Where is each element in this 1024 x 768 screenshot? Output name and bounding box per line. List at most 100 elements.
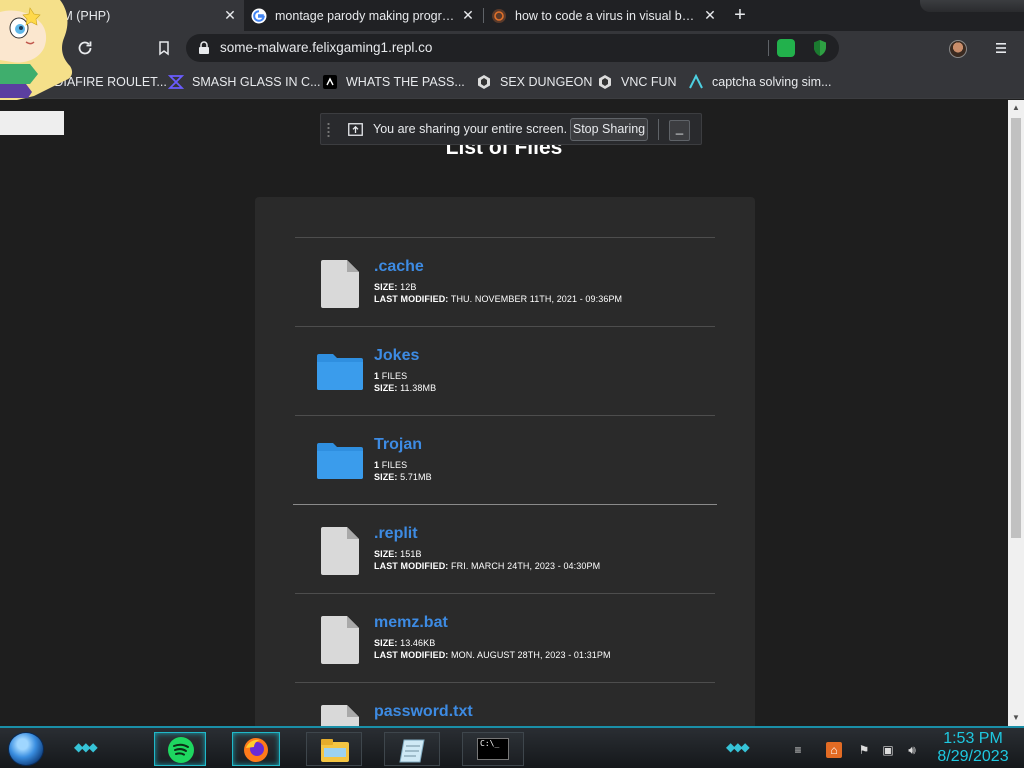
file-row-memz[interactable]: memz.bat SIZE: 13.46KB LAST MODIFIED: MO… bbox=[295, 593, 715, 682]
file-last-modified: LAST MODIFIED: FRI. MARCH 24TH, 2023 - 0… bbox=[374, 561, 601, 571]
folder-size: SIZE: 11.38MB bbox=[374, 383, 437, 393]
file-name-link[interactable]: .replit bbox=[374, 525, 418, 543]
file-size: SIZE: 151B bbox=[374, 549, 422, 559]
folder-icon bbox=[317, 354, 363, 390]
start-button[interactable] bbox=[8, 732, 44, 766]
files-list: .cache SIZE: 12B LAST MODIFIED: THU. NOV… bbox=[293, 237, 717, 726]
clock-time[interactable]: 1:53 PM bbox=[936, 730, 1010, 748]
terminal-icon bbox=[323, 75, 337, 89]
bookmark-whats-the-pass[interactable]: WHATS THE PASS... bbox=[322, 72, 465, 92]
folder-size: SIZE: 5.71MB bbox=[374, 472, 432, 482]
clock-date[interactable]: 8/29/2023 bbox=[936, 748, 1010, 766]
close-tab-icon[interactable]: ✕ bbox=[222, 7, 238, 23]
bookmark-smash-glass[interactable]: SMASH GLASS IN C... bbox=[168, 72, 321, 92]
network-icon[interactable]: ⌂ bbox=[826, 742, 842, 758]
shield-icon[interactable] bbox=[812, 39, 828, 57]
desktop-screen: VM (PHP) ✕ montage parody making program… bbox=[0, 0, 1024, 768]
banner-divider bbox=[658, 119, 659, 140]
folder-file-count: 1 FILES bbox=[374, 371, 408, 381]
scroll-down-arrow-icon[interactable]: ▼ bbox=[1008, 710, 1024, 726]
bookmark-vnc-fun[interactable]: VNC FUN bbox=[597, 72, 677, 92]
bookmark-icon[interactable] bbox=[156, 40, 172, 56]
url-text[interactable]: some-malware.felixgaming1.repl.co bbox=[220, 40, 432, 55]
address-bar[interactable]: some-malware.felixgaming1.repl.co bbox=[186, 34, 839, 62]
close-tab-icon[interactable]: ✕ bbox=[702, 7, 718, 23]
file-row-password[interactable]: password.txt bbox=[295, 682, 715, 726]
tab-title: how to code a virus in visual basic bbox=[515, 8, 695, 23]
new-tab-button[interactable]: + bbox=[729, 5, 751, 25]
stop-sharing-button[interactable]: Stop Sharing bbox=[570, 118, 648, 141]
bookmark-captcha-solving[interactable]: captcha solving sim... bbox=[688, 72, 832, 92]
screen-share-icon bbox=[348, 123, 363, 136]
file-row-replit[interactable]: .replit SIZE: 151B LAST MODIFIED: FRI. M… bbox=[293, 504, 717, 593]
white-bar bbox=[0, 111, 64, 135]
file-icon bbox=[321, 527, 359, 575]
file-icon bbox=[321, 616, 359, 664]
scroll-up-arrow-icon[interactable]: ▲ bbox=[1008, 100, 1024, 116]
taskbar-app-notepad[interactable] bbox=[384, 732, 440, 766]
window-controls[interactable] bbox=[920, 0, 1024, 12]
profile-avatar[interactable] bbox=[949, 40, 967, 58]
reload-icon[interactable] bbox=[76, 39, 94, 57]
vm-icon bbox=[478, 75, 490, 89]
folder-name-link[interactable]: Trojan bbox=[374, 436, 422, 454]
scrollbar-thumb[interactable] bbox=[1011, 118, 1021, 538]
file-size: SIZE: 13.46KB bbox=[374, 638, 436, 648]
kebab-menu-icon[interactable] bbox=[993, 40, 1009, 56]
browser-tab-strip: VM (PHP) ✕ montage parody making program… bbox=[0, 0, 1024, 31]
taskbar-app-spotify[interactable] bbox=[154, 732, 206, 766]
tab-virus-visual-basic[interactable]: how to code a virus in visual basic ✕ bbox=[484, 0, 724, 31]
taskbar-app-file-explorer[interactable] bbox=[306, 732, 362, 766]
folder-file-count: 1 FILES bbox=[374, 460, 408, 470]
file-row-cache[interactable]: .cache SIZE: 12B LAST MODIFIED: THU. NOV… bbox=[295, 237, 715, 326]
bookmark-label: SEX DUNGEON bbox=[500, 75, 593, 89]
taskbar-decor-arrows: ◆◆◆ bbox=[74, 740, 98, 754]
file-size: SIZE: 12B bbox=[374, 282, 417, 292]
folder-icon bbox=[317, 443, 363, 479]
page-scrollbar[interactable]: ▲ ▼ bbox=[1008, 100, 1024, 726]
file-last-modified: LAST MODIFIED: MON. AUGUST 28TH, 2023 - … bbox=[374, 650, 611, 660]
spotify-icon bbox=[168, 737, 194, 763]
lock-icon[interactable] bbox=[198, 41, 210, 55]
close-tab-icon[interactable]: ✕ bbox=[460, 7, 476, 23]
firefox-icon bbox=[244, 738, 268, 762]
show-hidden-icons-icon[interactable]: ≡ bbox=[790, 742, 806, 758]
web-page: List of Files .cache SIZE: 12B LAST MODI… bbox=[0, 100, 1008, 726]
smash-icon bbox=[168, 75, 184, 89]
bookmark-label: WHATS THE PASS... bbox=[346, 75, 465, 89]
file-last-modified: LAST MODIFIED: THU. NOVEMBER 11TH, 2021 … bbox=[374, 294, 623, 304]
file-name-link[interactable]: memz.bat bbox=[374, 614, 448, 632]
taskbar-app-cmd[interactable]: C:\_ bbox=[462, 732, 524, 766]
bookmarks-bar: EDIAFIRE ROULET... SMASH GLASS IN C... W… bbox=[0, 65, 1024, 99]
volume-icon[interactable]: 🔊︎ bbox=[904, 742, 920, 758]
file-name-link[interactable]: password.txt bbox=[374, 703, 473, 721]
tab-title: montage parody making program bbox=[275, 8, 455, 23]
monitor-icon[interactable]: ▣ bbox=[880, 742, 896, 758]
folder-name-link[interactable]: Jokes bbox=[374, 347, 419, 365]
extension-green-icon[interactable] bbox=[777, 39, 795, 57]
tab-montage-parody[interactable]: montage parody making program ✕ bbox=[244, 0, 482, 31]
taskbar-app-firefox[interactable] bbox=[232, 732, 280, 766]
cartoon-character-overlay bbox=[0, 0, 73, 104]
bookmark-label: VNC FUN bbox=[621, 75, 677, 89]
file-explorer-icon bbox=[321, 739, 349, 762]
omnibox-divider bbox=[768, 40, 769, 56]
screen-share-banner: You are sharing your entire screen. Stop… bbox=[320, 113, 702, 145]
flag-icon[interactable]: ⚑ bbox=[856, 742, 872, 758]
vnc-icon bbox=[599, 75, 611, 89]
cmd-icon: C:\_ bbox=[477, 738, 509, 760]
notepad-icon bbox=[399, 739, 425, 763]
share-status-text: You are sharing your entire screen. bbox=[373, 122, 568, 136]
bookmark-sex-dungeon[interactable]: SEX DUNGEON bbox=[476, 72, 592, 92]
drag-handle-icon[interactable] bbox=[327, 122, 330, 138]
file-row-trojan[interactable]: Trojan 1 FILES SIZE: 5.71MB bbox=[295, 415, 715, 504]
file-name-link[interactable]: .cache bbox=[374, 258, 424, 276]
taskbar-decor-arrows: ◆◆◆ bbox=[726, 740, 750, 754]
file-row-jokes[interactable]: Jokes 1 FILES SIZE: 11.38MB bbox=[295, 326, 715, 415]
bookmark-label: captcha solving sim... bbox=[712, 75, 832, 89]
ubuntu-forum-icon bbox=[492, 8, 506, 23]
hide-banner-button[interactable]: _ bbox=[669, 120, 690, 141]
files-card: .cache SIZE: 12B LAST MODIFIED: THU. NOV… bbox=[255, 197, 755, 726]
system-tray: ≡ ⌂ ⚑ ▣ 🔊︎ bbox=[790, 736, 930, 762]
browser-toolbar: some-malware.felixgaming1.repl.co bbox=[0, 31, 1024, 65]
